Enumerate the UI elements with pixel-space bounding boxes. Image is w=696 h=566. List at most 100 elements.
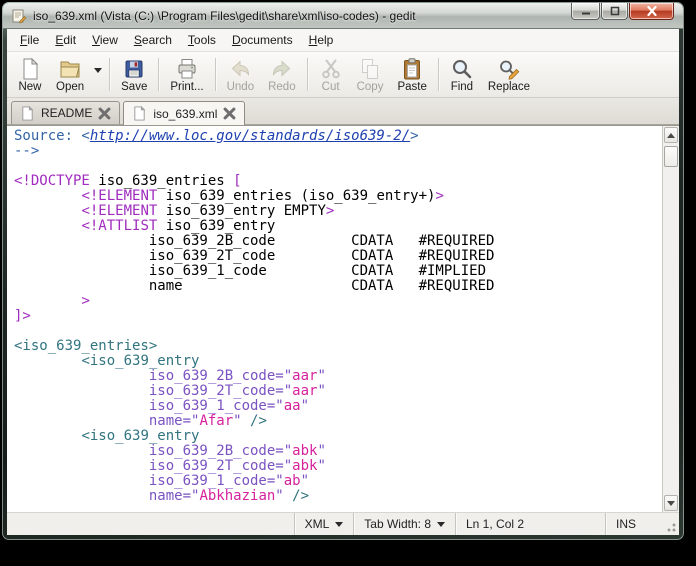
close-icon xyxy=(646,6,658,16)
toolbar-separator xyxy=(158,58,159,91)
copy-button: Copy xyxy=(350,54,391,95)
chevron-down-icon xyxy=(94,68,102,73)
menu-help[interactable]: Help xyxy=(302,30,341,50)
gedit-window: iso_639.xml (Vista (C:) \Program Files\g… xyxy=(2,2,684,540)
scroll-up-button[interactable] xyxy=(664,127,678,143)
find-button[interactable]: Find xyxy=(443,54,481,95)
status-bar: XML Tab Width: 8 Ln 1, Col 2 INS xyxy=(7,512,679,535)
toolbar-separator xyxy=(215,58,216,91)
scroll-down-button[interactable] xyxy=(664,495,678,511)
gedit-app-icon xyxy=(11,8,27,24)
document-icon xyxy=(20,106,35,121)
code-line: <!ATTLIST iso_639_entry xyxy=(14,219,662,234)
menu-documents[interactable]: Documents xyxy=(225,30,300,50)
menu-tools[interactable]: Tools xyxy=(181,30,223,50)
minimize-icon xyxy=(581,6,591,16)
undo-icon xyxy=(228,57,252,81)
code-line: iso_639_2T_code CDATA #REQUIRED xyxy=(14,249,662,264)
code-line: iso_639_1_code="aa" xyxy=(14,399,662,414)
cut-button: Cut xyxy=(312,54,350,95)
maximize-icon xyxy=(610,6,620,16)
copy-icon xyxy=(358,57,382,81)
tab-close-button[interactable] xyxy=(223,107,236,120)
code-line: iso_639_2B_code CDATA #REQUIRED xyxy=(14,234,662,249)
code-line: iso_639_2T_code="aar" xyxy=(14,384,662,399)
close-button[interactable] xyxy=(629,3,674,20)
scrollbar-track[interactable] xyxy=(663,144,679,494)
insert-mode-indicator: INS xyxy=(605,513,663,535)
menu-view[interactable]: View xyxy=(85,30,125,50)
maximize-button[interactable] xyxy=(601,3,628,20)
window-title: iso_639.xml (Vista (C:) \Program Files\g… xyxy=(33,9,416,23)
caption-buttons xyxy=(571,3,674,20)
resize-grip[interactable] xyxy=(663,519,677,533)
vertical-scrollbar[interactable] xyxy=(662,126,679,512)
tab-close-button[interactable] xyxy=(98,107,111,120)
editor-text-area[interactable]: Source: <http://www.loc.gov/standards/is… xyxy=(7,126,662,512)
tab-width-label: Tab Width: 8 xyxy=(364,517,431,531)
undo-button: Undo xyxy=(220,54,262,95)
tab-label: README xyxy=(41,106,92,120)
redo-button: Redo xyxy=(261,54,303,95)
code-line: iso_639_2B_code="aar" xyxy=(14,369,662,384)
chevron-down-icon xyxy=(437,522,445,527)
chevron-down-icon xyxy=(335,522,343,527)
menu-search[interactable]: Search xyxy=(127,30,179,50)
find-icon xyxy=(450,57,474,81)
open-button[interactable]: Open xyxy=(49,54,91,95)
undo-button-label: Undo xyxy=(227,81,255,93)
save-button-label: Save xyxy=(121,81,147,93)
copy-button-label: Copy xyxy=(357,81,384,93)
tab-iso-639-xml[interactable]: iso_639.xml xyxy=(123,101,245,125)
code-line: iso_639_1_code CDATA #IMPLIED xyxy=(14,264,662,279)
code-line: name="Afar" /> xyxy=(14,414,662,429)
cursor-position-label: Ln 1, Col 2 xyxy=(466,517,524,531)
code-line xyxy=(14,324,662,339)
cursor-position: Ln 1, Col 2 xyxy=(455,513,605,535)
open-button-label: Open xyxy=(56,81,84,93)
print-button[interactable]: Print... xyxy=(163,54,210,95)
new-button[interactable]: New xyxy=(11,54,49,95)
code-line: <iso_639_entry xyxy=(14,429,662,444)
toolbar-separator xyxy=(307,58,308,91)
toolbar: New Open Save Print... Undo Redo Cut Copy Paste F… xyxy=(7,52,679,98)
open-icon xyxy=(58,57,82,81)
code-line: iso_639_2T_code="abk" xyxy=(14,459,662,474)
scrollbar-thumb[interactable] xyxy=(664,146,678,167)
tab-readme[interactable]: README xyxy=(11,101,120,124)
minimize-button[interactable] xyxy=(571,3,600,20)
code-line: name CDATA #REQUIRED xyxy=(14,279,662,294)
scroll-up-icon xyxy=(667,133,675,138)
code-line: <!ELEMENT iso_639_entries (iso_639_entry… xyxy=(14,189,662,204)
language-selector[interactable]: XML xyxy=(294,513,354,535)
tab-width-selector[interactable]: Tab Width: 8 xyxy=(353,513,455,535)
code-line: <!ELEMENT iso_639_entry EMPTY> xyxy=(14,204,662,219)
code-line: > xyxy=(14,294,662,309)
statusbar-spacer xyxy=(7,513,294,535)
paste-button-label: Paste xyxy=(397,81,426,93)
code-line: <iso_639_entry xyxy=(14,354,662,369)
client-area: FileEditViewSearchToolsDocumentsHelp New… xyxy=(7,29,679,535)
paste-button[interactable]: Paste xyxy=(390,54,433,95)
tab-bar: README iso_639.xml xyxy=(7,98,679,125)
code-line: ]> xyxy=(14,309,662,324)
open-dropdown-button[interactable] xyxy=(91,54,105,95)
scroll-down-icon xyxy=(667,501,675,506)
new-button-label: New xyxy=(18,81,41,93)
redo-button-label: Redo xyxy=(268,81,296,93)
code-line: Source: <http://www.loc.gov/standards/is… xyxy=(14,129,662,144)
save-button[interactable]: Save xyxy=(114,54,154,95)
code-line: <!DOCTYPE iso_639_entries [ xyxy=(14,174,662,189)
menu-edit[interactable]: Edit xyxy=(48,30,83,50)
desktop: iso_639.xml (Vista (C:) \Program Files\g… xyxy=(0,0,696,566)
code-line: iso_639_2B_code="abk" xyxy=(14,444,662,459)
code-line: --> xyxy=(14,144,662,159)
insert-mode-label: INS xyxy=(616,517,636,531)
paste-icon xyxy=(400,57,424,81)
cut-button-label: Cut xyxy=(322,81,340,93)
toolbar-separator xyxy=(109,58,110,91)
replace-button[interactable]: Replace xyxy=(481,54,537,95)
menu-file[interactable]: File xyxy=(13,30,46,50)
print-button-label: Print... xyxy=(170,81,203,93)
code-line: name="Abkhazian" /> xyxy=(14,489,662,504)
